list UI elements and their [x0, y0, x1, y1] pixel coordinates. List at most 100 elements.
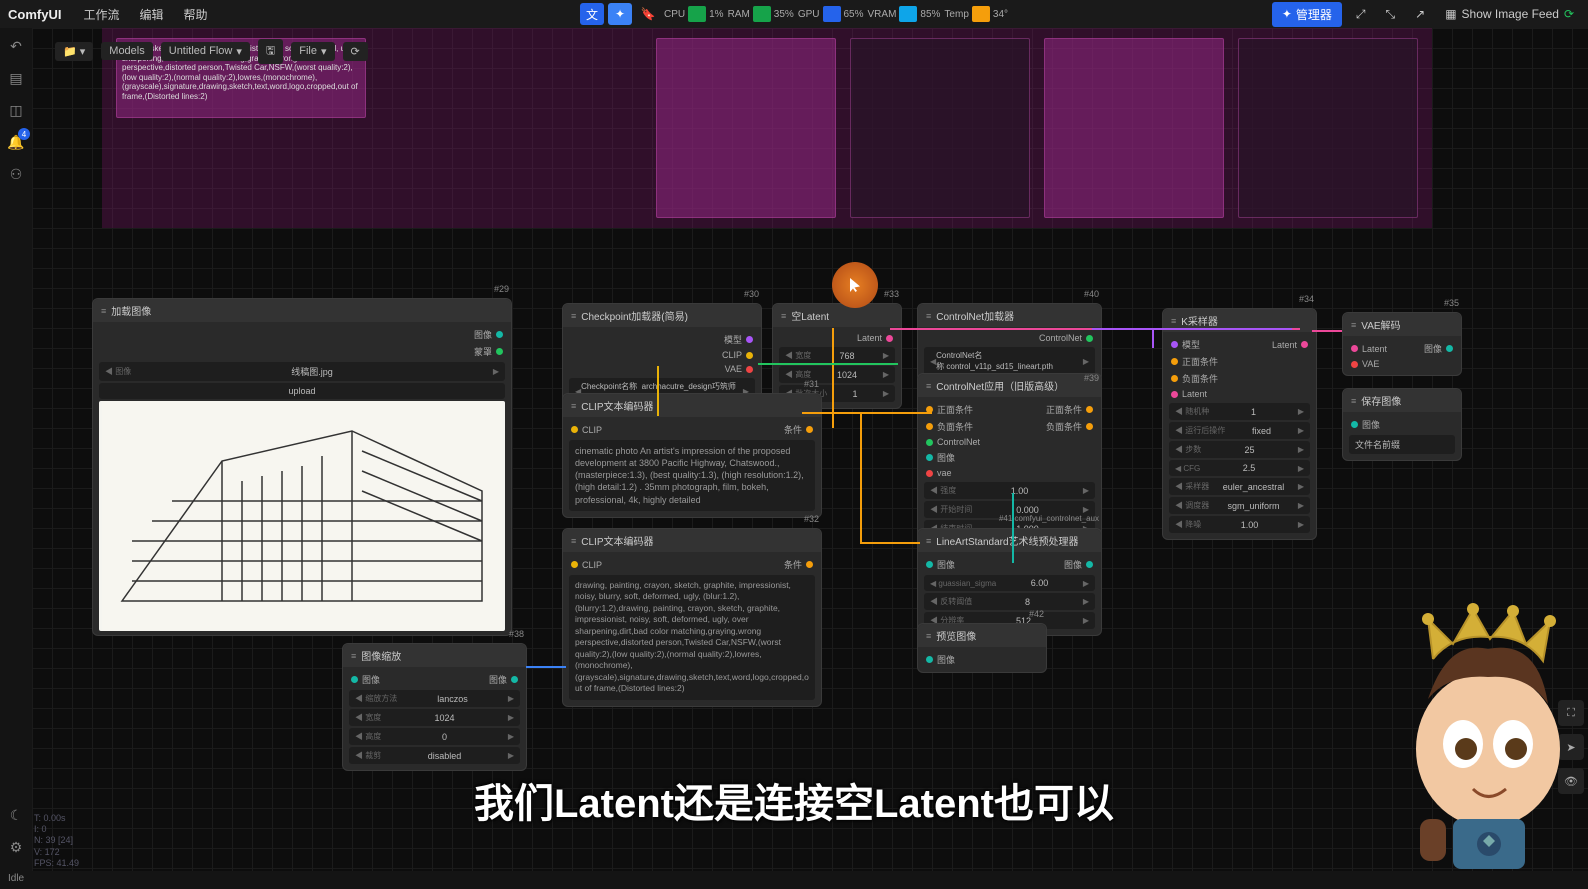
seed-input[interactable]: ◀ 随机种1▶	[1169, 403, 1310, 420]
output-negative[interactable]: 负面条件	[1046, 420, 1093, 433]
filename-prefix-input[interactable]: 文件名前缀	[1349, 435, 1455, 454]
menu-edit[interactable]: 编辑	[131, 2, 171, 27]
node-ksampler[interactable]: #34 ≡K采样器 模型Latent 正面条件 负面条件 Latent ◀ 随机…	[1162, 308, 1317, 540]
output-image[interactable]: 图像	[1064, 558, 1093, 571]
file-selector[interactable]: ◀ 图像线稿图.jpg▶	[99, 362, 505, 381]
input-image[interactable]: 图像	[1351, 418, 1380, 431]
output-latent[interactable]: Latent	[1272, 340, 1308, 350]
fx-icon[interactable]: ✦	[608, 3, 632, 25]
zoom-in-icon[interactable]: ⤡	[1380, 4, 1402, 25]
sampler-input[interactable]: ◀ 采样器euler_ancestral▶	[1169, 478, 1310, 495]
output-vae[interactable]: VAE	[725, 364, 753, 374]
hamburger-icon[interactable]: ≡	[926, 631, 931, 641]
folder-button[interactable]: 📁 ▾	[55, 42, 93, 61]
node-clip-encode-positive[interactable]: #31 ≡CLIP文本编码器 CLIP条件 cinematic photo An…	[562, 393, 822, 518]
input-image[interactable]: 图像	[926, 653, 955, 666]
output-positive[interactable]: 正面条件	[1046, 403, 1093, 416]
flow-name[interactable]: Untitled Flow ▾	[161, 42, 250, 61]
input-negative[interactable]: 负面条件	[926, 420, 973, 433]
undo-icon[interactable]: ↶	[6, 36, 26, 56]
input-controlnet[interactable]: ControlNet	[926, 437, 980, 447]
output-conditioning[interactable]: 条件	[784, 558, 813, 571]
scheduler-input[interactable]: ◀ 调度器sgm_uniform▶	[1169, 497, 1310, 514]
show-image-feed-button[interactable]: ▦ Show Image Feed ⟳	[1439, 4, 1580, 24]
height-input[interactable]: ◀ 高度1024▶	[779, 366, 895, 383]
cube-icon[interactable]: ◫	[6, 100, 26, 120]
input-image[interactable]: 图像	[926, 451, 955, 464]
save-icon[interactable]: 🖫	[258, 39, 283, 64]
hamburger-icon[interactable]: ≡	[1171, 316, 1176, 326]
intensity-input[interactable]: ◀ 反转阈值8▶	[924, 593, 1095, 610]
hamburger-icon[interactable]: ≡	[1351, 396, 1356, 406]
upload-button[interactable]: upload	[99, 383, 505, 399]
output-image[interactable]: 图像	[1424, 342, 1453, 355]
input-positive[interactable]: 正面条件	[1171, 355, 1218, 368]
hamburger-icon[interactable]: ≡	[101, 306, 106, 316]
node-controlnet-loader[interactable]: #40 ≡ControlNet加载器 ControlNet ◀ControlNe…	[917, 303, 1102, 382]
output-latent[interactable]: Latent	[857, 333, 893, 343]
node-load-image[interactable]: #29 ≡加载图像 图像 蒙罩 ◀ 图像线稿图.jpg▶ upload	[92, 298, 512, 636]
width-input[interactable]: ◀ 宽度768▶	[779, 347, 895, 364]
output-image[interactable]: 图像	[489, 673, 518, 686]
node-preview-image[interactable]: #42 ≡预览图像 图像	[917, 623, 1047, 673]
input-latent[interactable]: Latent	[1351, 344, 1387, 354]
method-input[interactable]: ◀ 缩放方法lanczos▶	[349, 690, 520, 707]
input-clip[interactable]: CLIP	[571, 425, 602, 435]
output-conditioning[interactable]: 条件	[784, 423, 813, 436]
hamburger-icon[interactable]: ≡	[1351, 320, 1356, 330]
input-vae[interactable]: vae	[926, 468, 952, 478]
prompt-textarea[interactable]: drawing, painting, crayon, sketch, graph…	[569, 575, 815, 700]
list-icon[interactable]: ▤	[6, 68, 26, 88]
input-latent[interactable]: Latent	[1171, 389, 1207, 399]
sigma-input[interactable]: ◀ guassian_sigma6.00▶	[924, 575, 1095, 591]
hamburger-icon[interactable]: ≡	[781, 311, 786, 321]
input-image[interactable]: 图像	[926, 558, 955, 571]
hamburger-icon[interactable]: ≡	[926, 311, 931, 321]
menu-workflow[interactable]: 工作流	[75, 2, 127, 27]
aftergen-input[interactable]: ◀ 运行后操作fixed▶	[1169, 422, 1310, 439]
height-input[interactable]: ◀ 高度0▶	[349, 728, 520, 745]
zoom-out-icon[interactable]: ⤢	[1350, 4, 1372, 25]
input-clip[interactable]: CLIP	[571, 560, 602, 570]
tree-icon[interactable]: ⚇	[6, 164, 26, 184]
manager-button[interactable]: ✦ 管理器	[1272, 2, 1342, 27]
prompt-textarea[interactable]: cinematic photo An artist's impression o…	[569, 440, 815, 511]
input-image[interactable]: 图像	[351, 673, 380, 686]
node-vae-decode[interactable]: #35 ≡VAE解码 Latent图像 VAE	[1342, 312, 1462, 376]
node-canvas[interactable]: crayon, sketch, graphite, impressionist,…	[32, 28, 1588, 871]
input-model[interactable]: 模型	[1171, 338, 1200, 351]
notifications-icon[interactable]: 🔔	[6, 132, 26, 152]
width-input[interactable]: ◀ 宽度1024▶	[349, 709, 520, 726]
output-image[interactable]: 图像	[474, 328, 503, 341]
output-model[interactable]: 模型	[724, 333, 753, 346]
settings-icon[interactable]: ⚙	[6, 837, 26, 857]
refresh-icon[interactable]: ⟳	[343, 42, 368, 61]
hamburger-icon[interactable]: ≡	[571, 311, 576, 321]
hamburger-icon[interactable]: ≡	[571, 536, 576, 546]
translate-icon[interactable]: 文	[580, 3, 604, 25]
output-controlnet[interactable]: ControlNet	[1039, 333, 1093, 343]
output-mask[interactable]: 蒙罩	[474, 345, 503, 358]
strength-input[interactable]: ◀ 强度1.00▶	[924, 482, 1095, 499]
input-vae[interactable]: VAE	[1351, 359, 1379, 369]
node-lineart-preprocessor[interactable]: #41 comfyui_controlnet_aux ≡LineArtStand…	[917, 528, 1102, 636]
controlnet-name-selector[interactable]: ◀ControlNet名称 control_v11p_sd15_lineart.…	[924, 347, 1095, 375]
bookmark-icon[interactable]: 🔖	[636, 3, 660, 25]
theme-icon[interactable]: ☾	[6, 805, 26, 825]
steps-input[interactable]: ◀ 步数25▶	[1169, 441, 1310, 458]
file-menu[interactable]: File ▾	[291, 42, 334, 61]
hamburger-icon[interactable]: ≡	[926, 381, 931, 391]
node-image-scale[interactable]: #38 ≡图像缩放 图像图像 ◀ 缩放方法lanczos▶ ◀ 宽度1024▶ …	[342, 643, 527, 771]
denoise-input[interactable]: ◀ 降噪1.00▶	[1169, 516, 1310, 533]
node-clip-encode-negative[interactable]: #32 ≡CLIP文本编码器 CLIP条件 drawing, painting,…	[562, 528, 822, 707]
output-clip[interactable]: CLIP	[722, 350, 753, 360]
node-save-image[interactable]: ≡保存图像 图像 文件名前缀	[1342, 388, 1462, 461]
input-negative[interactable]: 负面条件	[1171, 372, 1218, 385]
hamburger-icon[interactable]: ≡	[926, 536, 931, 546]
menu-help[interactable]: 帮助	[175, 2, 215, 27]
crop-input[interactable]: ◀ 裁剪disabled▶	[349, 747, 520, 764]
share-icon[interactable]: ↗	[1409, 4, 1431, 24]
hamburger-icon[interactable]: ≡	[571, 401, 576, 411]
cfg-input[interactable]: ◀ CFG2.5▶	[1169, 460, 1310, 476]
input-positive[interactable]: 正面条件	[926, 403, 973, 416]
